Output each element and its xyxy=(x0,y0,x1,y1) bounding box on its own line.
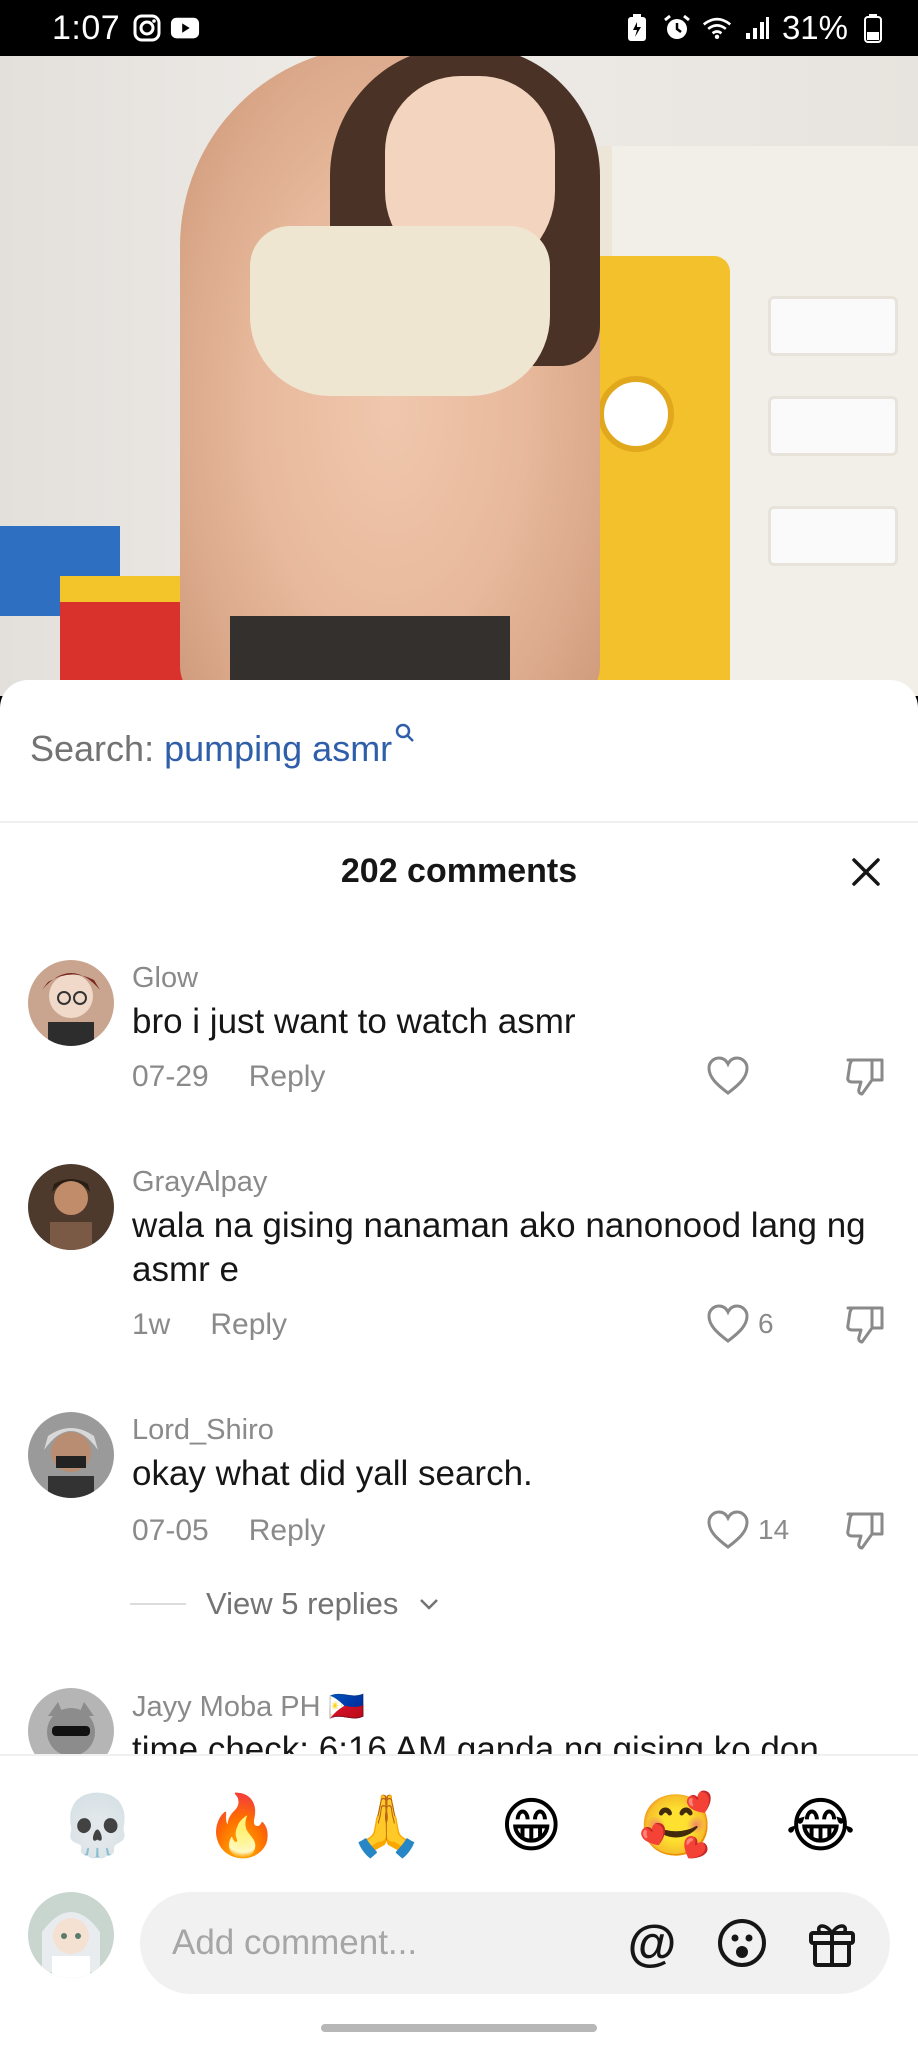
gift-button[interactable] xyxy=(804,1915,860,1971)
replies-divider xyxy=(130,1603,186,1605)
emoji-face-icon xyxy=(718,1919,766,1967)
comment-text: wala na gising nanaman ako nanonood lang… xyxy=(132,1206,866,1289)
comment-time: 1w xyxy=(132,1308,171,1341)
view-replies-label: View 5 replies xyxy=(206,1586,399,1621)
heart-icon xyxy=(707,1056,749,1095)
close-button[interactable] xyxy=(840,846,892,898)
video-player[interactable] xyxy=(0,56,918,696)
mention-button[interactable]: @ xyxy=(624,1915,680,1971)
alarm-icon xyxy=(662,13,692,43)
chevron-down-icon xyxy=(420,1599,439,1610)
avatar[interactable] xyxy=(28,1164,114,1250)
comment-time: 07-05 xyxy=(132,1514,209,1547)
quick-emoji-row: 💀 🔥 🙏 😁 🥰 😂 xyxy=(0,1786,918,1866)
reply-button[interactable]: Reply xyxy=(249,1060,326,1094)
reply-button[interactable]: Reply xyxy=(249,1514,326,1548)
reply-button[interactable]: Reply xyxy=(210,1308,287,1342)
search-icon xyxy=(394,722,416,744)
avatar[interactable] xyxy=(28,1688,114,1754)
like-button[interactable] xyxy=(706,1056,758,1096)
signal-icon xyxy=(742,13,772,43)
dislike-button[interactable] xyxy=(844,1302,888,1351)
battery-icon xyxy=(858,13,888,43)
emoji-skull-button[interactable]: 💀 xyxy=(57,1786,137,1866)
status-bar: 1:07 31% xyxy=(0,0,918,56)
like-button[interactable]: 14 xyxy=(706,1510,789,1550)
view-replies-button[interactable]: View 5 replies xyxy=(130,1586,440,1622)
comment-item: Jayy Moba PH 🇵🇭 time check: 6:16 AM gand… xyxy=(0,1688,918,1754)
emoji-grin-button[interactable]: 😁 xyxy=(491,1786,571,1866)
comment-text: okay what did yall search. xyxy=(132,1454,533,1493)
emoji-pray-button[interactable]: 🙏 xyxy=(347,1786,427,1866)
emoji-picker-button[interactable] xyxy=(714,1915,770,1971)
thumbs-down-icon xyxy=(846,1058,884,1096)
search-query[interactable]: pumping asmr xyxy=(164,728,392,770)
like-count: 6 xyxy=(758,1308,774,1339)
divider xyxy=(0,821,918,823)
youtube-icon xyxy=(170,13,200,43)
comments-count: 202 comments xyxy=(340,852,578,890)
gift-icon xyxy=(809,1924,855,1967)
comment-username[interactable]: Lord_Shiro xyxy=(132,1414,274,1447)
avatar[interactable] xyxy=(28,1412,114,1498)
emoji-love-button[interactable]: 🥰 xyxy=(636,1786,716,1866)
battery-percent: 31% xyxy=(781,9,848,46)
like-button[interactable]: 6 xyxy=(706,1304,774,1344)
dislike-button[interactable] xyxy=(844,1508,888,1557)
heart-icon xyxy=(707,1304,749,1343)
mention-icon: @ xyxy=(627,1915,677,1971)
comment-placeholder: Add comment... xyxy=(172,1923,418,1962)
comment-text: time check: 6:16 AM ganda ng gising ko d… xyxy=(132,1730,819,1754)
emoji-laugh-button[interactable]: 😂 xyxy=(781,1786,861,1866)
wifi-icon xyxy=(702,13,732,43)
status-time: 1:07 xyxy=(52,8,121,47)
thumbs-down-icon xyxy=(846,1512,884,1550)
home-indicator[interactable] xyxy=(321,2024,597,2032)
thumbs-down-icon xyxy=(846,1306,884,1344)
comment-input[interactable]: Add comment... @ xyxy=(140,1892,890,1994)
comment-username[interactable]: GrayAlpay xyxy=(132,1166,267,1199)
emoji-fire-button[interactable]: 🔥 xyxy=(202,1786,282,1866)
comment-username[interactable]: Glow xyxy=(132,962,198,995)
comment-text: bro i just want to watch asmr xyxy=(132,1002,576,1041)
my-avatar[interactable] xyxy=(28,1892,114,1978)
comment-username[interactable]: Jayy Moba PH 🇵🇭 xyxy=(132,1690,365,1724)
comment-time: 07-29 xyxy=(132,1060,209,1093)
instagram-icon xyxy=(132,13,162,43)
comment-composer-bar: 💀 🔥 🙏 😁 🥰 😂 Add comment... @ xyxy=(0,1754,918,2048)
search-suggestion[interactable]: Search: pumping asmr xyxy=(30,723,416,770)
battery-saver-icon xyxy=(622,13,652,43)
like-count: 14 xyxy=(758,1514,790,1545)
avatar[interactable] xyxy=(28,960,114,1046)
heart-icon xyxy=(707,1510,749,1549)
close-icon xyxy=(852,858,880,886)
search-prefix: Search: xyxy=(30,728,155,769)
dislike-button[interactable] xyxy=(844,1054,888,1103)
